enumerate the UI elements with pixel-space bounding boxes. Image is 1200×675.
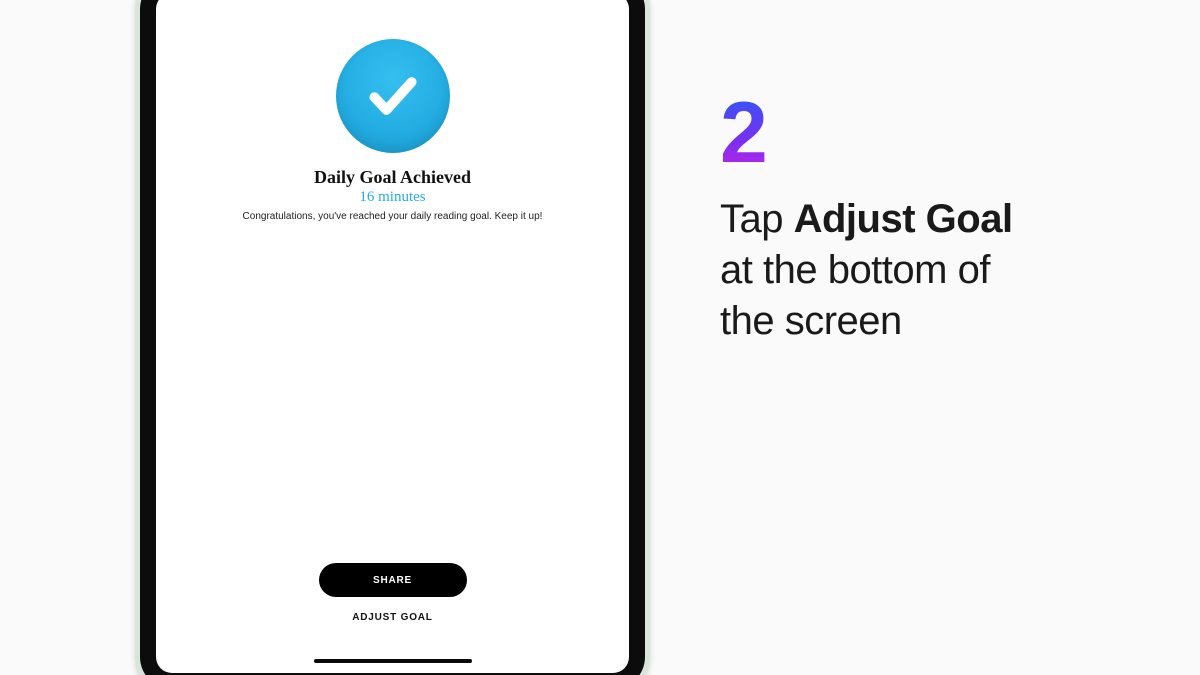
goal-minutes: 16 minutes bbox=[156, 189, 629, 206]
achievement-badge-wrap bbox=[156, 39, 629, 153]
instruction-bold: Adjust Goal bbox=[794, 197, 1013, 241]
goal-achieved-screen: Daily Goal Achieved 16 minutes Congratul… bbox=[156, 0, 629, 673]
tutorial-slide: Daily Goal Achieved 16 minutes Congratul… bbox=[0, 0, 1200, 675]
home-indicator bbox=[314, 659, 472, 663]
instruction-line-3: the screen bbox=[720, 299, 902, 343]
ipad-screen: Daily Goal Achieved 16 minutes Congratul… bbox=[156, 0, 629, 673]
goal-congrats-text: Congratulations, you've reached your dai… bbox=[156, 211, 629, 222]
instruction-panel: 2 Tap Adjust Goal at the bottom of the s… bbox=[720, 90, 1140, 348]
ipad-bezel: Daily Goal Achieved 16 minutes Congratul… bbox=[140, 0, 645, 675]
instruction-text: Tap Adjust Goal at the bottom of the scr… bbox=[720, 194, 1140, 348]
share-button[interactable]: SHARE bbox=[319, 563, 467, 597]
instruction-prefix: Tap bbox=[720, 197, 794, 241]
adjust-goal-button[interactable]: ADJUST GOAL bbox=[156, 612, 629, 623]
checkmark-badge bbox=[336, 39, 450, 153]
ipad-device-frame: Daily Goal Achieved 16 minutes Congratul… bbox=[135, 0, 650, 675]
checkmark-icon bbox=[365, 68, 421, 124]
step-number: 2 bbox=[720, 90, 1140, 176]
goal-title: Daily Goal Achieved bbox=[156, 167, 629, 188]
instruction-line-2: at the bottom of bbox=[720, 248, 990, 292]
